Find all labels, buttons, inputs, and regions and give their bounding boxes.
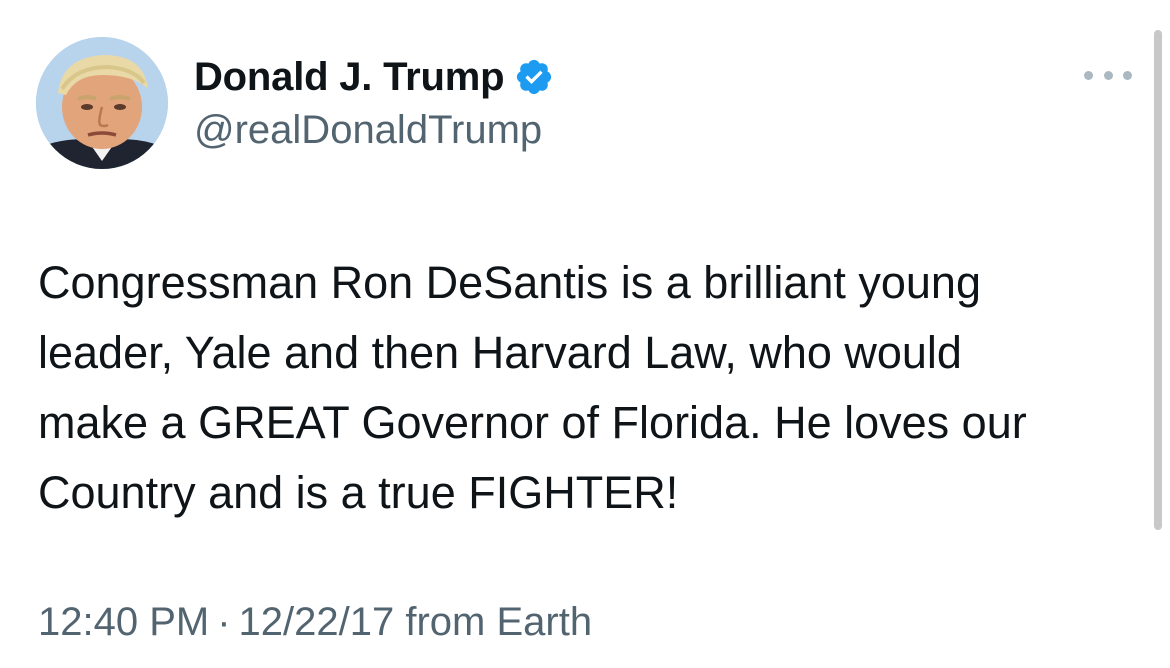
tweet-text-line: Congressman Ron DeSantis is a brilliant … [38, 257, 981, 308]
tweet-date[interactable]: 12/22/17 [239, 600, 395, 644]
avatar-portrait-icon [36, 37, 168, 169]
tweet-source: from Earth [405, 600, 593, 644]
tweet-text: Congressman Ron DeSantis is a brilliant … [38, 248, 1148, 528]
author-display-name[interactable]: Donald J. Trump [194, 55, 505, 100]
author-name-row: Donald J. Trump [194, 52, 554, 102]
tweet-time[interactable]: 12:40 PM [38, 600, 209, 644]
tweet-card: Donald J. Trump @realDonaldTrump Congres… [0, 0, 1170, 668]
tweet-meta: 12:40 PM · 12/22/17 from Earth [38, 600, 592, 645]
tweet-text-line: make a GREAT Governor of Florida. He lov… [38, 397, 1027, 448]
profile-avatar[interactable] [36, 37, 168, 169]
more-dot [1084, 70, 1093, 80]
tweet-text-line: leader, Yale and then Harvard Law, who w… [38, 327, 962, 378]
meta-separator: · [217, 600, 231, 644]
verified-badge-icon[interactable] [514, 57, 554, 97]
tweet-text-line: Country and is a true FIGHTER! [38, 467, 679, 518]
more-dot [1123, 70, 1132, 80]
scrollbar[interactable] [1154, 30, 1162, 530]
more-dots-icon[interactable] [1084, 64, 1132, 86]
author-handle[interactable]: @realDonaldTrump [194, 108, 542, 153]
more-dot [1103, 70, 1113, 80]
